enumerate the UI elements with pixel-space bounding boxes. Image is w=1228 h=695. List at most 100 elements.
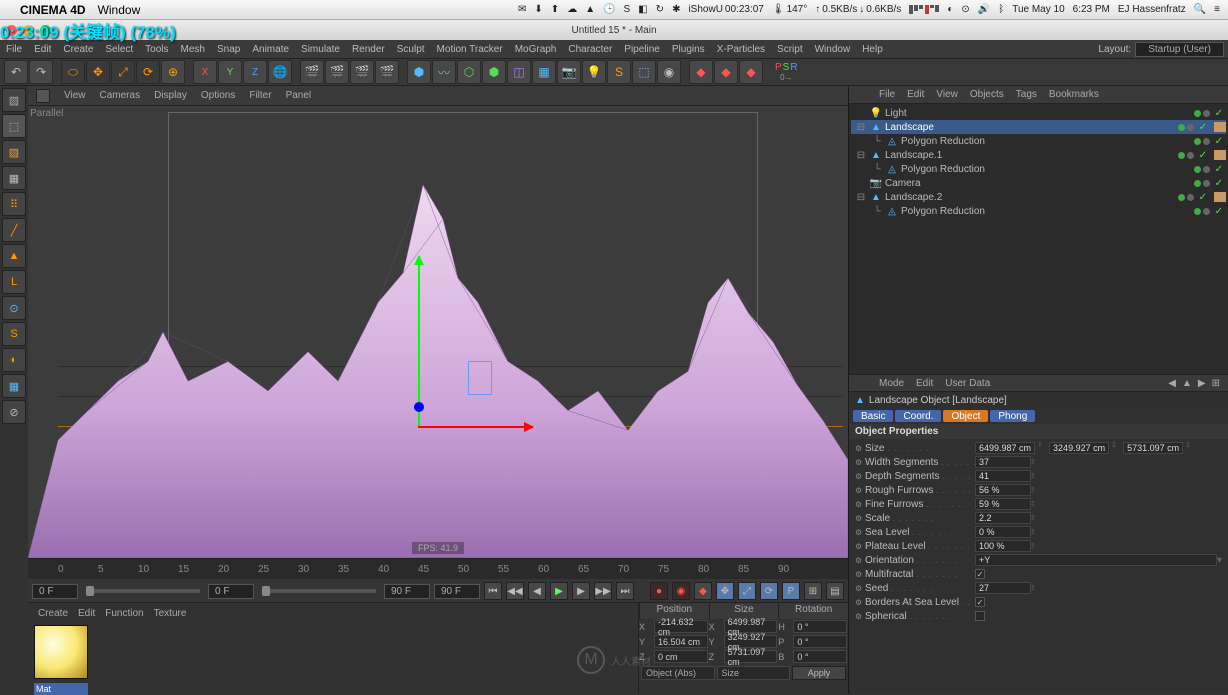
light-tool[interactable]: 💡 bbox=[582, 60, 606, 84]
notification-icon[interactable]: ≡ bbox=[1214, 4, 1220, 15]
pos-key[interactable]: ✥ bbox=[716, 582, 734, 600]
spline-tool[interactable]: 〰 bbox=[432, 60, 456, 84]
render-pv[interactable]: 🎬 bbox=[375, 60, 399, 84]
am-tab-coord[interactable]: Coord. bbox=[895, 410, 941, 422]
om-menu-tags[interactable]: Tags bbox=[1016, 89, 1037, 100]
range-slider-right[interactable] bbox=[262, 589, 376, 593]
am-value-field[interactable]: 100 % bbox=[975, 540, 1031, 552]
menu-render[interactable]: Render bbox=[352, 44, 385, 55]
axis-y-toggle[interactable]: Y bbox=[218, 60, 242, 84]
scale-tool[interactable]: ⤢ bbox=[111, 60, 135, 84]
xp-tool[interactable]: S bbox=[607, 60, 631, 84]
am-menu-userdata[interactable]: User Data bbox=[945, 378, 990, 389]
om-item[interactable]: ⊟▲Landscape.2✓ bbox=[851, 190, 1226, 204]
end-frame-field2[interactable] bbox=[434, 584, 480, 599]
bluetooth-icon[interactable]: ᛒ bbox=[998, 4, 1004, 15]
coord-size-mode[interactable]: Size bbox=[717, 666, 791, 680]
play-button[interactable]: ▶ bbox=[550, 582, 568, 600]
coord-system[interactable]: 🌐 bbox=[268, 60, 292, 84]
coord-mode-select[interactable]: Object (Abs) bbox=[641, 666, 715, 680]
deformer-tool[interactable]: ◫ bbox=[507, 60, 531, 84]
prev-frame[interactable]: ◀ bbox=[528, 582, 546, 600]
next-key[interactable]: ▶▶ bbox=[594, 582, 612, 600]
am-checkbox[interactable]: ✓ bbox=[975, 597, 985, 607]
timeline-ruler[interactable]: 05 1015 2025 3035 4045 5055 6065 7075 80… bbox=[28, 559, 848, 579]
range-slider-left[interactable] bbox=[86, 589, 200, 593]
cur-frame-field[interactable] bbox=[208, 584, 254, 599]
om-item[interactable]: ⊟▲Landscape✓ bbox=[851, 120, 1226, 134]
menubar-date[interactable]: Tue May 10 bbox=[1012, 4, 1064, 15]
next-frame[interactable]: ▶ bbox=[572, 582, 590, 600]
am-value-field[interactable]: 27 bbox=[975, 582, 1031, 594]
am-value-field[interactable]: 5731.097 cm bbox=[1123, 442, 1183, 454]
edge-mode[interactable]: ╱ bbox=[2, 218, 26, 242]
om-item[interactable]: └◬Polygon Reduction✓ bbox=[851, 162, 1226, 176]
generator2-tool[interactable]: ⬢ bbox=[482, 60, 506, 84]
make-editable[interactable]: ▨ bbox=[2, 88, 26, 112]
texture-mode[interactable]: ▨ bbox=[2, 140, 26, 164]
key-sel[interactable]: ◆ bbox=[694, 582, 712, 600]
menu-mograph[interactable]: MoGraph bbox=[515, 44, 557, 55]
om-menu-file[interactable]: File bbox=[879, 89, 895, 100]
om-item[interactable]: └◬Polygon Reduction✓ bbox=[851, 134, 1226, 148]
am-nav-up[interactable]: ▲ bbox=[1182, 378, 1192, 389]
om-menu-view[interactable]: View bbox=[936, 89, 958, 100]
menu-simulate[interactable]: Simulate bbox=[301, 44, 340, 55]
select-tool[interactable]: ⬭ bbox=[61, 60, 85, 84]
vp-menu-view[interactable]: View bbox=[64, 90, 86, 101]
rotate-tool[interactable]: ⟳ bbox=[136, 60, 160, 84]
om-item[interactable]: 📷Camera✓ bbox=[851, 176, 1226, 190]
am-tab-phong[interactable]: Phong bbox=[990, 410, 1035, 422]
end-frame-field[interactable] bbox=[384, 584, 430, 599]
menu-create[interactable]: Create bbox=[63, 44, 93, 55]
om-menu-objects[interactable]: Objects bbox=[970, 89, 1004, 100]
keyframe-set[interactable]: ◆ bbox=[714, 60, 738, 84]
spotlight-icon[interactable]: 🔍 bbox=[1194, 4, 1206, 15]
point-mode[interactable]: ⠿ bbox=[2, 192, 26, 216]
menu-edit[interactable]: Edit bbox=[34, 44, 51, 55]
om-item[interactable]: 💡Light✓ bbox=[851, 106, 1226, 120]
viewport-solo[interactable]: ⊘ bbox=[2, 400, 26, 424]
move-tool[interactable]: ✥ bbox=[86, 60, 110, 84]
coord-pos-field[interactable]: -214.632 cm bbox=[654, 620, 708, 633]
coord-rot-field[interactable]: 0 ° bbox=[793, 635, 847, 648]
keyframe-next[interactable]: ◆ bbox=[739, 60, 763, 84]
menu-pipeline[interactable]: Pipeline bbox=[624, 44, 660, 55]
viewport-3d[interactable]: Parallel bbox=[28, 106, 848, 558]
am-value-field[interactable]: 2.2 bbox=[975, 512, 1031, 524]
menu-select[interactable]: Select bbox=[105, 44, 133, 55]
app-name[interactable]: CINEMA 4D bbox=[20, 3, 86, 17]
prev-key[interactable]: ◀◀ bbox=[506, 582, 524, 600]
mac-menu-window[interactable]: Window bbox=[98, 3, 141, 17]
model-mode[interactable]: ⬚ bbox=[2, 114, 26, 138]
goto-start[interactable]: ⏮ bbox=[484, 582, 502, 600]
vp-menu-cameras[interactable]: Cameras bbox=[100, 90, 141, 101]
am-value-field[interactable]: 41 bbox=[975, 470, 1031, 482]
gizmo-z-axis[interactable] bbox=[414, 402, 424, 412]
vp-menu-panel[interactable]: Panel bbox=[286, 90, 312, 101]
viewport-icon[interactable] bbox=[36, 89, 50, 103]
autokey[interactable]: ◉ bbox=[672, 582, 690, 600]
mat-menu-edit[interactable]: Edit bbox=[78, 608, 95, 619]
axis-z-toggle[interactable]: Z bbox=[243, 60, 267, 84]
locked-workplane[interactable]: ▦ bbox=[2, 374, 26, 398]
status-icon[interactable]: ◐ bbox=[947, 4, 953, 15]
coord-apply-button[interactable]: Apply bbox=[792, 666, 846, 680]
mat-menu-texture[interactable]: Texture bbox=[154, 608, 187, 619]
menu-character[interactable]: Character bbox=[568, 44, 612, 55]
menu-animate[interactable]: Animate bbox=[252, 44, 289, 55]
mograph-tool[interactable]: ⬚ bbox=[632, 60, 656, 84]
menu-file[interactable]: File bbox=[6, 44, 22, 55]
menu-mesh[interactable]: Mesh bbox=[181, 44, 205, 55]
menu-tools[interactable]: Tools bbox=[145, 44, 168, 55]
am-value-field[interactable]: 56 % bbox=[975, 484, 1031, 496]
am-select[interactable]: +Y bbox=[975, 554, 1217, 566]
am-nav-fwd[interactable]: ▶ bbox=[1198, 378, 1206, 389]
material-name[interactable]: Mat bbox=[34, 683, 88, 695]
generator-tool[interactable]: ⬡ bbox=[457, 60, 481, 84]
am-value-field[interactable]: 37 bbox=[975, 456, 1031, 468]
rot-key[interactable]: ⟳ bbox=[760, 582, 778, 600]
gizmo-x-axis[interactable] bbox=[418, 426, 533, 428]
render-settings[interactable]: 🎬 bbox=[350, 60, 374, 84]
om-menu-bookmarks[interactable]: Bookmarks bbox=[1049, 89, 1099, 100]
